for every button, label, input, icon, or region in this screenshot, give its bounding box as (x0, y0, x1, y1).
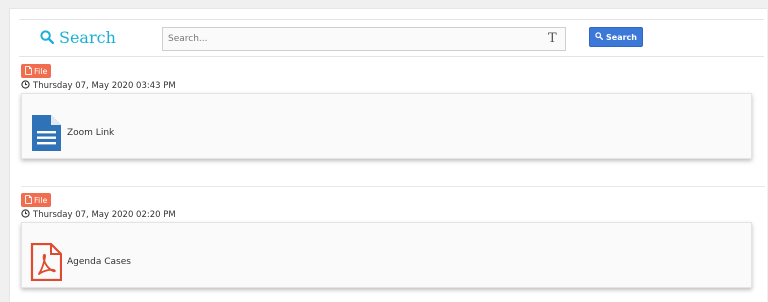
text-format-icon: T (548, 31, 557, 46)
document-icon (30, 114, 62, 152)
search-bar: Search T Search (19, 19, 764, 57)
file-outline-icon (25, 194, 32, 206)
file-card[interactable]: Agenda Cases (21, 222, 752, 288)
pdf-icon (30, 242, 63, 282)
file-badge: File (21, 193, 52, 207)
search-button[interactable]: Search (589, 27, 643, 47)
timestamp: Thursday 07, May 2020 03:43 PM (21, 80, 176, 92)
badge-label: File (34, 195, 48, 205)
magnifier-icon (40, 30, 54, 44)
search-button-label: Search (606, 32, 637, 42)
timestamp: Thursday 07, May 2020 02:20 PM (21, 209, 176, 221)
file-badge: File (21, 64, 52, 78)
divider (21, 186, 765, 187)
file-name[interactable]: Agenda Cases (67, 257, 131, 267)
file-name[interactable]: Zoom Link (67, 128, 114, 138)
file-card[interactable]: Zoom Link (21, 93, 752, 159)
badge-label: File (34, 66, 48, 76)
timestamp-text: Thursday 07, May 2020 03:43 PM (33, 81, 176, 91)
timestamp-text: Thursday 07, May 2020 02:20 PM (33, 210, 176, 220)
search-heading: Search (40, 26, 116, 48)
search-heading-label: Search (59, 27, 116, 47)
clock-icon (21, 209, 30, 221)
main-panel: Search T Search File (9, 8, 767, 302)
clock-icon (21, 80, 30, 92)
search-icon (595, 32, 604, 42)
file-outline-icon (25, 65, 32, 77)
search-input[interactable] (162, 27, 566, 51)
